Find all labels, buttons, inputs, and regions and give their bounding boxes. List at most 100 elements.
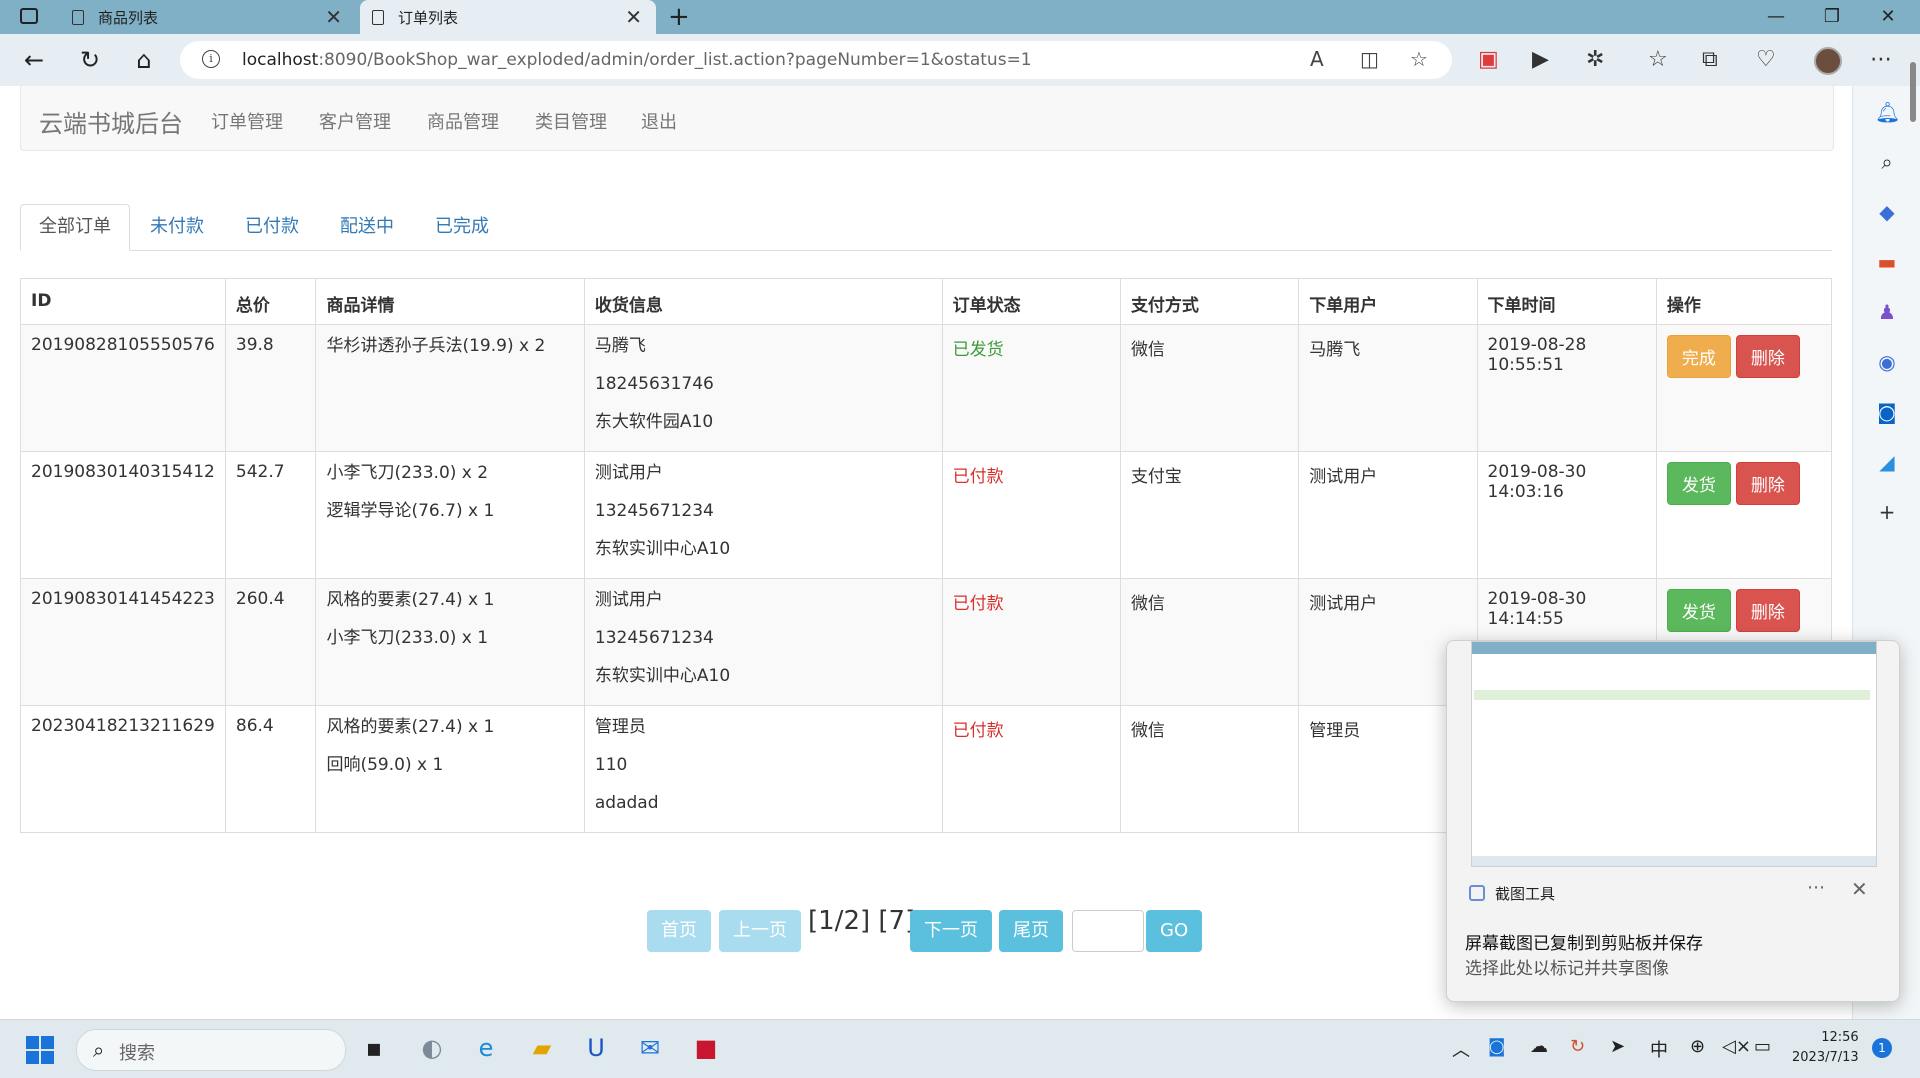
browser-tab-orders[interactable]: 订单列表 ✕	[360, 0, 656, 34]
mail-icon[interactable]: ✉	[634, 1032, 666, 1064]
refresh-icon[interactable]: ↻	[72, 42, 108, 78]
last-page-button[interactable]: 尾页	[999, 910, 1063, 952]
intellij-icon[interactable]: ■	[690, 1032, 722, 1064]
snip-notification[interactable]: 截图工具 ⋯ ✕ 屏幕截图已复制到剪贴板并保存 选择此处以标记并共享图像	[1446, 640, 1900, 1002]
favorites-icon[interactable]: ☆	[1648, 47, 1668, 72]
cloud-icon[interactable]: ☁	[1530, 1036, 1548, 1057]
tag-icon[interactable]: ◆	[1875, 200, 1899, 224]
new-tab-icon[interactable]: +	[668, 2, 690, 32]
brand-title[interactable]: 云端书城后台	[39, 104, 183, 139]
favorite-star-icon[interactable]: ☆	[1410, 47, 1428, 71]
tab-title: 商品列表	[98, 8, 159, 27]
item-line: 风格的要素(27.4) x 1	[326, 590, 495, 610]
copilot-icon[interactable]: ◉	[1875, 350, 1899, 374]
avatar[interactable]	[1814, 47, 1842, 75]
add-icon[interactable]: +	[1875, 500, 1899, 524]
close-icon[interactable]: ✕	[625, 5, 642, 29]
payment-method: 微信	[1119, 705, 1300, 833]
address-bar[interactable]: i localhost:8090/BookShop_war_exploded/a…	[180, 41, 1452, 79]
tab-shipping[interactable]: 配送中	[322, 204, 412, 250]
battery-icon[interactable]: ▭	[1754, 1036, 1771, 1057]
extensions-puzzle-icon[interactable]: ✲	[1586, 47, 1604, 72]
nav-logout[interactable]: 退出	[641, 108, 677, 134]
nav-categories[interactable]: 类目管理	[535, 108, 607, 134]
read-aloud-icon[interactable]: A	[1310, 47, 1324, 71]
home-icon[interactable]: ⌂	[126, 42, 162, 78]
back-icon[interactable]: ←	[16, 42, 52, 78]
payment-method: 微信	[1119, 324, 1300, 452]
start-icon[interactable]	[26, 1036, 54, 1064]
table-row: 20190830140315412 542.7 小李飞刀(233.0) x 2 …	[20, 451, 1833, 579]
tab-all-orders[interactable]: 全部订单	[20, 204, 130, 251]
split-screen-icon[interactable]: ◫	[1360, 47, 1379, 71]
nav-orders[interactable]: 订单管理	[211, 108, 283, 134]
outlook-icon[interactable]: ◙	[1875, 400, 1899, 424]
screenshot-thumbnail[interactable]	[1471, 641, 1877, 867]
page-number-input[interactable]	[1072, 910, 1144, 952]
clock-date: 2023/7/13	[1792, 1050, 1859, 1065]
show-hidden-icons-icon[interactable]: ︿	[1452, 1036, 1470, 1062]
ship-button[interactable]: 发货	[1666, 462, 1731, 505]
taskbar-clock[interactable]: 12:56 2023/7/13	[1792, 1028, 1859, 1068]
order-date: 2019-08-30	[1487, 462, 1587, 482]
receiver-info: 马腾飞 18245631746 东大软件园A10	[583, 324, 943, 452]
collections-icon[interactable]: ⧉	[1702, 47, 1718, 72]
go-button[interactable]: GO	[1146, 910, 1203, 952]
task-view-icon[interactable]: ▪	[358, 1032, 390, 1064]
play-icon[interactable]: ▶	[1532, 47, 1549, 72]
weather-icon[interactable]: ◐	[416, 1032, 448, 1064]
tab-actions-icon[interactable]	[20, 8, 38, 24]
receiver-phone: 110	[594, 755, 628, 775]
tray-app-icon[interactable]: ◙	[1488, 1036, 1505, 1057]
ship-button[interactable]: 发货	[1666, 589, 1731, 632]
toast-title: 屏幕截图已复制到剪贴板并保存	[1465, 934, 1703, 954]
delete-button[interactable]: 删除	[1735, 589, 1800, 632]
next-page-button[interactable]: 下一页	[910, 910, 992, 952]
scrollbar[interactable]	[1910, 62, 1916, 122]
notification-badge[interactable]: 1	[1872, 1038, 1892, 1058]
tab-unpaid[interactable]: 未付款	[132, 204, 222, 250]
send-icon[interactable]: ◢	[1875, 450, 1899, 474]
tab-title: 订单列表	[398, 8, 459, 27]
minimize-icon[interactable]: —	[1748, 2, 1804, 32]
restore-icon[interactable]: ❐	[1804, 2, 1860, 32]
performance-icon[interactable]: ♡	[1756, 47, 1776, 72]
toolbox-icon[interactable]: ▬	[1875, 250, 1899, 274]
tab-completed[interactable]: 已完成	[417, 204, 507, 250]
extension-icon[interactable]: ▣	[1478, 47, 1499, 72]
people-icon[interactable]: ♟	[1875, 300, 1899, 324]
volume-icon[interactable]: ◁×	[1722, 1036, 1751, 1057]
clock-time: 12:56	[1821, 1030, 1859, 1045]
receiver-info: 测试用户 13245671234 东软实训中心A10	[583, 578, 943, 706]
delete-button[interactable]: 删除	[1735, 462, 1800, 505]
order-id: 20190830140315412	[20, 451, 226, 579]
nav-customers[interactable]: 客户管理	[319, 108, 391, 134]
nav-products[interactable]: 商品管理	[427, 108, 499, 134]
delete-button[interactable]: 删除	[1735, 335, 1800, 378]
taskbar-search[interactable]: ⌕ 搜索	[76, 1029, 346, 1071]
first-page-button[interactable]: 首页	[647, 910, 711, 952]
complete-button[interactable]: 完成	[1666, 335, 1731, 378]
close-icon[interactable]: ✕	[325, 5, 342, 29]
order-date: 2019-08-30	[1487, 589, 1587, 609]
prev-page-button[interactable]: 上一页	[719, 910, 801, 952]
tab-paid[interactable]: 已付款	[227, 204, 317, 250]
url-text[interactable]: localhost:8090/BookShop_war_exploded/adm…	[242, 50, 1032, 70]
location-icon[interactable]: ➤	[1610, 1036, 1625, 1057]
more-icon[interactable]: ⋯	[1807, 877, 1825, 898]
window-close-icon[interactable]: ✕	[1860, 2, 1916, 32]
browser-tab-products[interactable]: 商品列表 ✕	[60, 0, 356, 34]
network-icon[interactable]: ⊕	[1690, 1036, 1705, 1057]
more-menu-icon[interactable]: ⋯	[1870, 47, 1892, 72]
security-icon[interactable]: U	[580, 1032, 612, 1064]
bell-icon[interactable]: 🔔︎	[1875, 100, 1900, 124]
sync-icon[interactable]: ↻	[1570, 1036, 1585, 1057]
ime-indicator[interactable]: 中	[1650, 1036, 1668, 1062]
close-icon[interactable]: ✕	[1851, 877, 1868, 901]
order-user: 测试用户	[1298, 451, 1478, 579]
file-explorer-icon[interactable]: ▰	[526, 1032, 558, 1064]
order-id: 20190828105550576	[20, 324, 226, 452]
info-icon[interactable]: i	[202, 50, 220, 68]
edge-icon[interactable]: e	[470, 1032, 502, 1064]
search-icon[interactable]: ⌕	[1875, 150, 1899, 174]
